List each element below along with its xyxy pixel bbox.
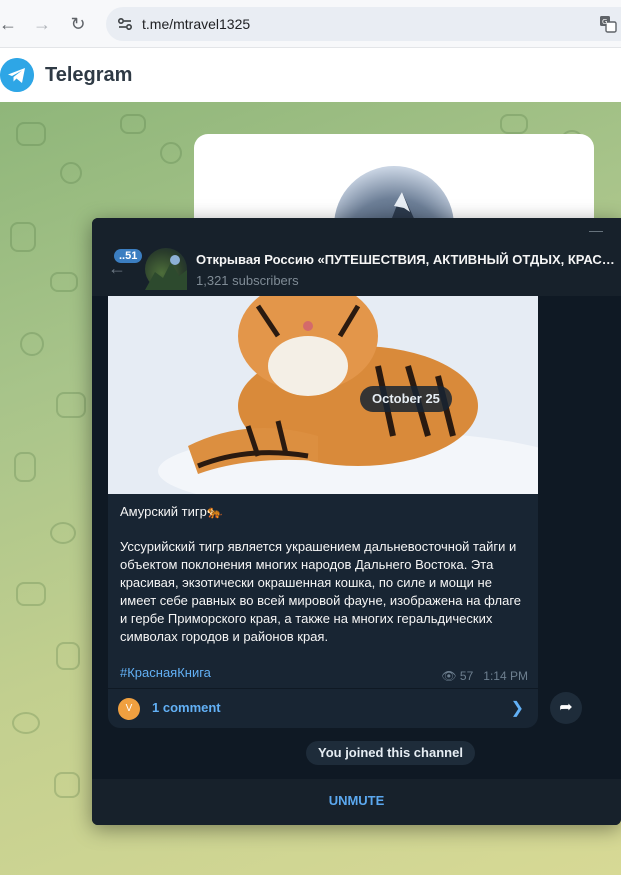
view-count: 57 xyxy=(459,669,474,683)
date-pill: October 25 xyxy=(360,386,452,412)
subscriber-count: 1,321 subscribers xyxy=(196,273,299,288)
translate-icon[interactable]: G xyxy=(599,15,617,33)
telegram-chat-window: — ← ..51 Открывая Россию «ПУТЕШЕСТВИЯ, А… xyxy=(92,218,621,825)
telegram-logo-icon[interactable] xyxy=(0,58,34,92)
chevron-right-icon[interactable]: ❯ xyxy=(511,698,524,718)
comments-button[interactable]: V 1 comment ❯ xyxy=(108,688,538,728)
comments-label[interactable]: 1 comment xyxy=(152,700,221,715)
message-title: Амурский тигр🐅 xyxy=(120,504,224,519)
channel-avatar[interactable] xyxy=(145,248,187,290)
chat-header[interactable]: ← ..51 Открывая Россию «ПУТЕШЕСТВИЯ, АКТ… xyxy=(92,240,621,296)
reload-icon[interactable]: ↻ xyxy=(66,12,90,36)
address-bar[interactable]: t.me/mtravel1325 G xyxy=(106,7,621,41)
svg-text:G: G xyxy=(602,18,607,26)
message-meta: 👁 57 1:14 PM xyxy=(441,669,528,683)
message-text: Уссурийский тигр является украшением дал… xyxy=(120,539,522,644)
tiger-photo[interactable]: October 25 xyxy=(108,296,538,494)
bottom-action-bar: UNMUTE xyxy=(92,779,621,825)
unread-count-badge: ..51 xyxy=(114,249,143,263)
telegram-web-header: Telegram xyxy=(0,48,621,102)
url-text[interactable]: t.me/mtravel1325 xyxy=(142,16,250,32)
hashtag-link[interactable]: #КраснаяКнига xyxy=(120,665,211,680)
service-message: You joined this channel xyxy=(306,741,475,765)
site-settings-icon[interactable] xyxy=(116,15,134,33)
browser-toolbar: ← → ↻ t.me/mtravel1325 G xyxy=(0,0,621,48)
telegram-title[interactable]: Telegram xyxy=(45,64,132,87)
views-icon: 👁 xyxy=(441,669,457,683)
minimize-icon[interactable]: — xyxy=(589,222,603,238)
commenter-avatar: V xyxy=(118,698,140,720)
channel-name[interactable]: Открывая Россию «ПУТЕШЕСТВИЯ, АКТИВНЫЙ О… xyxy=(196,252,616,267)
message-time: 1:14 PM xyxy=(483,669,528,683)
share-icon[interactable]: ➦ xyxy=(550,692,582,724)
back-arrow-icon[interactable]: ← xyxy=(0,12,20,36)
forward-arrow-icon[interactable]: → xyxy=(30,12,54,36)
unmute-button[interactable]: UNMUTE xyxy=(92,793,621,808)
window-titlebar: — xyxy=(92,218,621,240)
message-bubble[interactable]: October 25 Амурский тигр🐅 Уссурийский ти… xyxy=(108,296,538,728)
